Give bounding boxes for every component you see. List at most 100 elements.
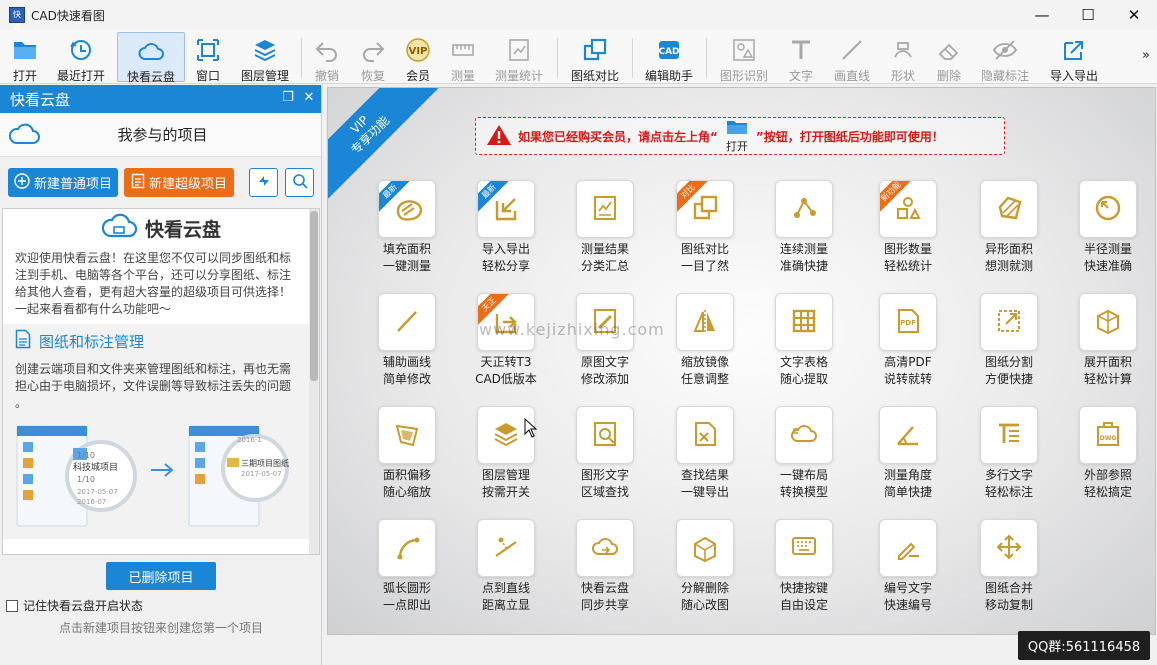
feature-tile-frame[interactable]: [378, 293, 436, 351]
toolbar-overflow-button[interactable]: »: [1142, 48, 1150, 63]
feature-tile-frame[interactable]: [676, 519, 734, 577]
sync-button[interactable]: [249, 168, 278, 197]
feature-tile[interactable]: 新功能 图形数量 轻松统计: [858, 180, 958, 290]
toolbar-layers-button[interactable]: 图层管理: [235, 32, 295, 83]
feature-tile[interactable]: 图层管理 按需开关: [456, 406, 556, 516]
feature-tile-frame[interactable]: [378, 519, 436, 577]
toolbar-cloud-button[interactable]: 快看云盘: [117, 32, 185, 84]
search-button[interactable]: [285, 168, 314, 197]
toolbar-delete-button[interactable]: 删除: [931, 32, 967, 83]
feature-tile-frame[interactable]: [775, 519, 833, 577]
feature-tile[interactable]: 分解删除 随心改图: [655, 519, 755, 629]
feature-tile[interactable]: 最新 导入导出 轻松分享: [456, 180, 556, 290]
remember-checkbox[interactable]: 记住快看云盘开启状态: [6, 597, 143, 614]
feature-tile[interactable]: 最新 填充面积 一键测量: [357, 180, 457, 290]
feature-tile[interactable]: 快看云盘 同步共享: [555, 519, 655, 629]
toolbar-compare-button[interactable]: 图纸对比: [565, 32, 625, 83]
toolbar-shape_recog-button[interactable]: 图形识别: [714, 32, 774, 83]
toolbar-measure-label: 测量: [450, 69, 475, 83]
feature-tile[interactable]: 图纸分割 方便快捷: [959, 293, 1059, 403]
feature-tile[interactable]: 辅助画线 简单修改: [357, 293, 457, 403]
feature-tile[interactable]: 图形文字 区域查找: [555, 406, 655, 516]
feature-tile[interactable]: 快捷按键 自由设定: [754, 519, 854, 629]
feature-tile[interactable]: 天正 天正转T3 CAD低版本: [456, 293, 556, 403]
feature-tile[interactable]: 查找结果 一键导出: [655, 406, 755, 516]
feature-tile-frame[interactable]: [775, 180, 833, 238]
maximize-button[interactable]: ☐: [1065, 0, 1111, 30]
toolbar-vip-button[interactable]: VIP 会员: [400, 32, 436, 83]
feature-tile-frame[interactable]: [676, 293, 734, 351]
toolbar-edit_helper-button[interactable]: CAD 编辑助手: [639, 32, 699, 83]
feature-tile-frame[interactable]: 对比: [676, 180, 734, 238]
feature-tile[interactable]: 展开面积 轻松计算: [1058, 293, 1155, 403]
toolbar-text-button[interactable]: 文字: [783, 32, 819, 83]
feature-tile[interactable]: 面积偏移 随心缩放: [357, 406, 457, 516]
feature-tile[interactable]: 点到直线 距离立显: [456, 519, 556, 629]
feature-tile-frame[interactable]: PDF: [879, 293, 937, 351]
feature-tile[interactable]: 原图文字 修改添加: [555, 293, 655, 403]
feature-tile[interactable]: 测量角度 简单快捷: [858, 406, 958, 516]
feature-tile-frame[interactable]: [775, 293, 833, 351]
feature-tile-frame[interactable]: DWG: [1079, 406, 1137, 464]
feature-tile-frame[interactable]: [576, 180, 634, 238]
feature-tile-frame[interactable]: [980, 519, 1038, 577]
checkbox-box[interactable]: [6, 599, 18, 612]
close-panel-icon[interactable]: ✕: [302, 91, 316, 105]
minimize-button[interactable]: —: [1019, 0, 1065, 30]
feature-tile-frame[interactable]: 最新: [378, 180, 436, 238]
feature-tile-frame[interactable]: [980, 406, 1038, 464]
feature-tile[interactable]: 多行文字 轻松标注: [959, 406, 1059, 516]
toolbar-line-button[interactable]: 画直线: [830, 32, 874, 83]
toolbar-hide-button[interactable]: 隐藏标注: [975, 32, 1035, 83]
feature-tile-frame[interactable]: [1079, 180, 1137, 238]
restore-panel-icon[interactable]: ❐: [281, 91, 295, 105]
feature-tile-frame[interactable]: 新功能: [879, 180, 937, 238]
feature-tile[interactable]: 图纸合并 移动复制: [959, 519, 1059, 629]
feature-tile[interactable]: 编号文字 快速编号: [858, 519, 958, 629]
deleted-projects-button[interactable]: 已删除项目: [106, 562, 216, 590]
notice-open-button[interactable]: 打开: [726, 119, 748, 154]
feature-tile-frame[interactable]: [879, 406, 937, 464]
toolbar-measure_stats-button[interactable]: 测量统计: [489, 32, 549, 83]
toolbar-recent-button[interactable]: 最近打开: [51, 32, 111, 83]
feature-tile-frame[interactable]: [676, 406, 734, 464]
feature-tile-frame[interactable]: [980, 180, 1038, 238]
feature-tile[interactable]: 一键布局 转换模型: [754, 406, 854, 516]
feature-tile[interactable]: 连续测量 准确快捷: [754, 180, 854, 290]
intro-scrollbar[interactable]: [309, 209, 319, 554]
feature-tile-frame[interactable]: [980, 293, 1038, 351]
toolbar-redo-button[interactable]: 恢复: [355, 32, 391, 83]
feature-tile[interactable]: 文字表格 随心提取: [754, 293, 854, 403]
feature-tile[interactable]: 弧长圆形 一点即出: [357, 519, 457, 629]
feature-label-line2: 任意调整: [680, 372, 729, 386]
toolbar-text-label: 文字: [788, 69, 813, 83]
feature-tile[interactable]: 缩放镜像 任意调整: [655, 293, 755, 403]
toolbar-shape-button[interactable]: 形状: [885, 32, 921, 83]
toolbar-undo-button[interactable]: 撤销: [309, 32, 345, 83]
feature-tile-frame[interactable]: 最新: [477, 180, 535, 238]
feature-tile-frame[interactable]: [879, 519, 937, 577]
close-button[interactable]: ✕: [1111, 0, 1157, 30]
feature-tile[interactable]: 异形面积 想测就测: [959, 180, 1059, 290]
cloud-intro: 快看云盘 欢迎使用快看云盘！在这里您不仅可以同步图纸和标注到手机、电脑等各个平台…: [2, 208, 320, 555]
toolbar-window-button[interactable]: 窗口: [188, 32, 228, 83]
feature-tile[interactable]: DWG 外部参照 轻松搞定: [1058, 406, 1155, 516]
feature-tile[interactable]: 半径测量 快速准确: [1058, 180, 1155, 290]
scrollbar-thumb[interactable]: [310, 211, 318, 381]
feature-tile-frame[interactable]: [775, 406, 833, 464]
toolbar-import_export-button[interactable]: 导入导出: [1044, 32, 1104, 83]
feature-tile[interactable]: 测量结果 分类汇总: [555, 180, 655, 290]
new-super-project-button[interactable]: 新建超级项目: [124, 168, 234, 197]
feature-tile-frame[interactable]: [378, 406, 436, 464]
feature-tile-frame[interactable]: [477, 519, 535, 577]
feature-tile[interactable]: PDF 高清PDF 说转就转: [858, 293, 958, 403]
toolbar-measure-button[interactable]: 测量: [443, 32, 483, 83]
toolbar-open-button[interactable]: 打开: [5, 32, 45, 83]
new-normal-project-button[interactable]: 新建普通项目: [8, 168, 118, 197]
feature-tile-frame[interactable]: [576, 519, 634, 577]
feature-label-line1: 导入导出: [481, 242, 530, 256]
feature-tile-frame[interactable]: [576, 406, 634, 464]
feature-tile[interactable]: 对比 图纸对比 一目了然: [655, 180, 755, 290]
window-title: CAD快速看图: [31, 8, 105, 23]
feature-tile-frame[interactable]: [1079, 293, 1137, 351]
